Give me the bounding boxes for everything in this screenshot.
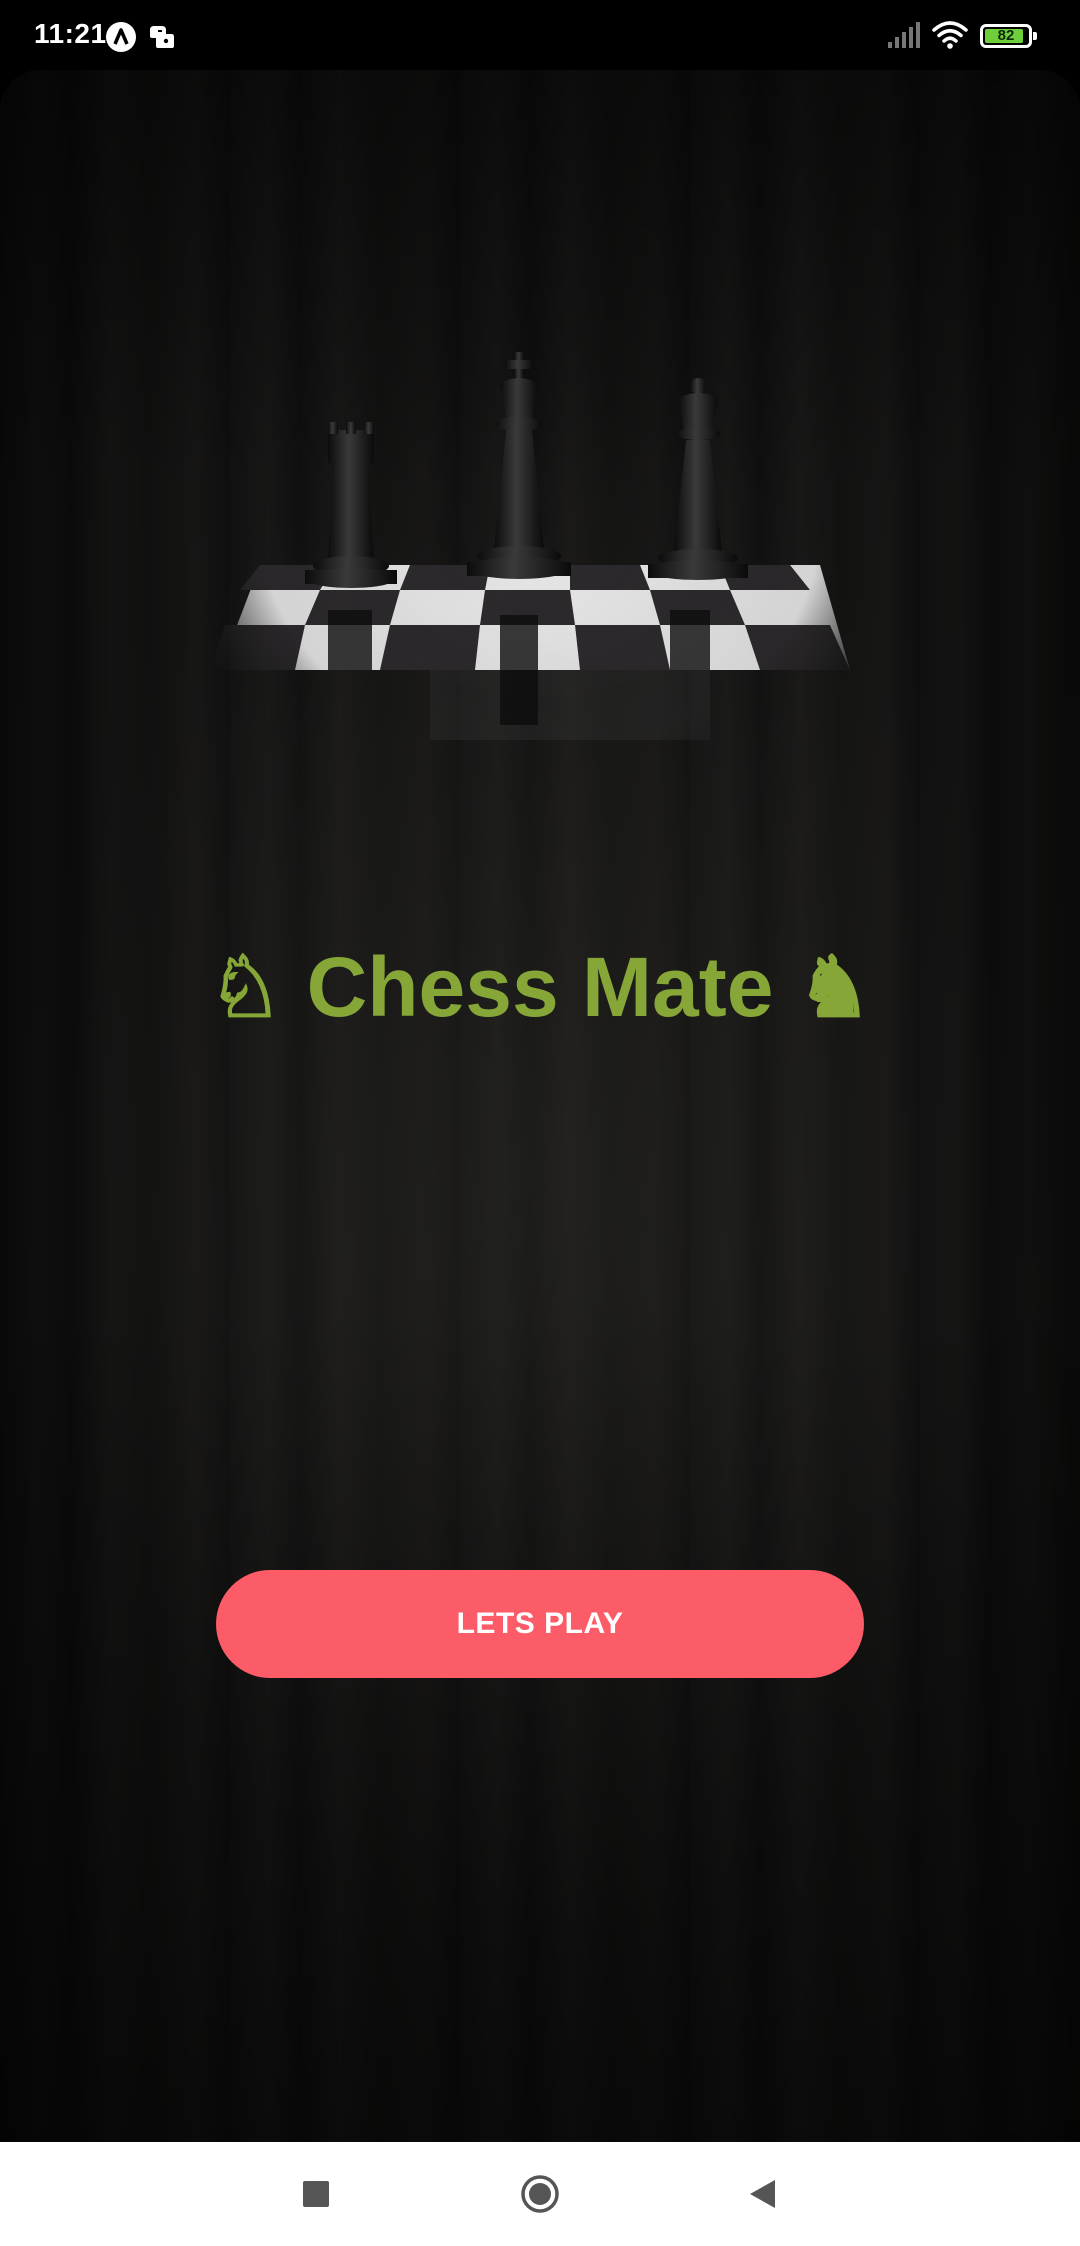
- wifi-icon: [932, 20, 968, 50]
- status-bar: 11:21 82: [0, 0, 1080, 70]
- rook-piece: [305, 422, 397, 588]
- battery-icon: 82: [980, 24, 1037, 48]
- android-circle-icon: [106, 22, 136, 52]
- status-time: 11:21: [34, 18, 107, 49]
- back-button[interactable]: [702, 2142, 822, 2246]
- home-button[interactable]: [480, 2142, 600, 2246]
- white-knight-icon: ♘: [207, 940, 284, 1034]
- circle-icon: [521, 2175, 559, 2213]
- app-screen: ♘ Chess Mate ♞ LETS PLAY: [0, 70, 1080, 2142]
- back-triangle-icon: [750, 2180, 775, 2208]
- game-controller-icon: [146, 24, 176, 50]
- battery-level: 82: [997, 27, 1015, 44]
- title-text: Chess Mate: [306, 940, 774, 1034]
- chess-pieces-illustration: [210, 352, 850, 740]
- recents-button[interactable]: [256, 2142, 376, 2246]
- queen-piece: [648, 378, 748, 580]
- app-title: ♘ Chess Mate ♞: [0, 932, 1080, 1042]
- signal-icon: [886, 22, 922, 50]
- battery-nub: [1033, 32, 1037, 40]
- navigation-bar: [0, 2142, 1080, 2246]
- black-knight-icon: ♞: [796, 940, 873, 1034]
- square-icon: [303, 2181, 329, 2207]
- king-piece: [467, 352, 571, 579]
- lets-play-button[interactable]: LETS PLAY: [216, 1570, 864, 1678]
